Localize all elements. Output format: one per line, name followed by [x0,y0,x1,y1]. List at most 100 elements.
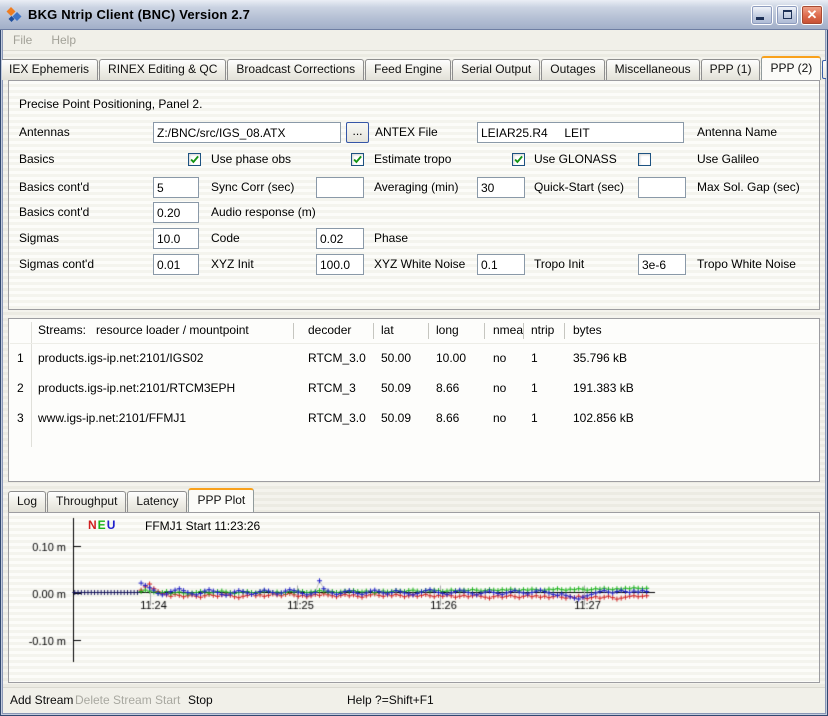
ntrip-cell: 1 [531,411,538,425]
legend-east: E [98,518,107,532]
column-resize-handle[interactable] [484,323,485,339]
sigma-code-input[interactable] [153,228,199,249]
lat-cell: 50.09 [381,381,411,395]
plot-title: FFMJ1 Start 11:23:26 [145,519,260,533]
maximize-icon [783,10,792,19]
use-galileo-checkbox[interactable] [638,153,651,166]
streams-table: Streams: resource loader / mountpoint de… [8,318,820,482]
tab-serial-output[interactable]: Serial Output [452,59,540,80]
quick-start-input[interactable] [477,177,525,198]
tab-ppp-1[interactable]: PPP (1) [701,59,761,80]
nmea-cell: no [493,351,506,365]
menubar: File Help [3,30,825,51]
antennas-input[interactable] [153,122,341,143]
estimate-tropo-checkbox[interactable] [351,153,364,166]
use-phase-obs-checkbox[interactable] [188,153,201,166]
add-stream-button[interactable]: Add Stream [10,693,73,707]
maximize-button[interactable] [776,5,798,25]
column-resize-handle[interactable] [428,323,429,339]
ppp-plot-panel: NEU FFMJ1 Start 11:23:26 [8,512,820,683]
decoder-cell: RTCM_3 [308,381,356,395]
xyz-white-noise-label: XYZ White Noise [374,254,465,275]
tab-miscellaneous[interactable]: Miscellaneous [606,59,700,80]
tropo-white-noise-label: Tropo White Noise [697,254,796,275]
tab-broadcast-corrections[interactable]: Broadcast Corrections [227,59,364,80]
start-button[interactable]: Start [155,693,180,707]
column-resize-handle[interactable] [523,323,524,339]
menu-file[interactable]: File [13,33,32,47]
basics-contd2-label: Basics cont'd [19,202,89,223]
long-header: long [436,323,459,337]
titlebar[interactable]: BKG Ntrip Client (BNC) Version 2.7 ✕ [0,0,828,30]
mountpoint-cell: products.igs-ip.net:2101/IGS02 [38,351,203,365]
bottom-tabstrip: Log Throughput Latency PPP Plot [8,488,255,512]
long-cell: 8.66 [436,411,459,425]
row-number: 3 [17,411,24,425]
sync-corr-input[interactable] [153,177,199,198]
nmea-header: nmea [493,323,523,337]
column-resize-handle[interactable] [373,323,374,339]
use-galileo-label: Use Galileo [697,149,759,170]
lat-cell: 50.09 [381,411,411,425]
averaging-label: Averaging (min) [374,177,458,198]
tab-scroll-arrows: ◀ ▶ [822,60,826,80]
tropo-init-label: Tropo Init [534,254,584,275]
row-number: 1 [17,351,24,365]
mountpoint-cell: products.igs-ip.net:2101/RTCM3EPH [38,381,235,395]
minimize-icon [756,17,764,20]
antenna-name-input[interactable] [477,122,684,143]
max-sol-gap-label: Max Sol. Gap (sec) [697,177,800,198]
header-divider [10,343,818,344]
ppp-plot-canvas [9,513,819,682]
tab-throughput[interactable]: Throughput [47,491,126,512]
tropo-white-noise-input[interactable] [638,254,686,275]
help-shortcut-label: Help ?=Shift+F1 [347,693,434,707]
column-resize-handle[interactable] [293,323,294,339]
minimize-button[interactable] [751,5,773,25]
delete-stream-button[interactable]: Delete Stream [75,693,152,707]
tab-rinex-ephemeris[interactable]: IEX Ephemeris [2,59,98,80]
decoder-header: decoder [308,323,351,337]
column-resize-handle[interactable] [564,323,565,339]
xyz-init-input[interactable] [153,254,199,275]
tab-ppp-2[interactable]: PPP (2) [761,56,821,80]
tropo-init-input[interactable] [477,254,525,275]
sigma-code-label: Code [211,228,240,249]
audio-response-input[interactable] [153,202,199,223]
antennas-label: Antennas [19,122,70,143]
tab-outages[interactable]: Outages [541,59,604,80]
main-tabstrip: IEX Ephemeris RINEX Editing & QC Broadca… [2,56,826,80]
bytes-cell: 102.856 kB [573,411,634,425]
use-phase-obs-label: Use phase obs [211,149,291,170]
antex-browse-button[interactable]: ... [346,122,369,143]
antex-file-label: ANTEX File [375,122,438,143]
close-button[interactable]: ✕ [801,5,823,25]
decoder-cell: RTCM_3.0 [308,411,366,425]
tab-log[interactable]: Log [8,491,46,512]
bytes-header: bytes [573,323,602,337]
bytes-cell: 35.796 kB [573,351,627,365]
tab-ppp-plot[interactable]: PPP Plot [188,488,254,512]
legend-up: U [107,518,117,532]
menu-help[interactable]: Help [51,33,76,47]
antenna-name-label: Antenna Name [697,122,777,143]
averaging-input[interactable] [316,177,364,198]
stop-button[interactable]: Stop [188,693,213,707]
sigma-phase-input[interactable] [316,228,364,249]
tab-feed-engine[interactable]: Feed Engine [365,59,451,80]
basics-contd-label: Basics cont'd [19,177,89,198]
tab-scroll-left-button[interactable]: ◀ [822,60,826,79]
max-sol-gap-input[interactable] [638,177,686,198]
long-cell: 8.66 [436,381,459,395]
ntrip-cell: 1 [531,351,538,365]
tab-rinex-editing-qc[interactable]: RINEX Editing & QC [99,59,226,80]
row-number: 2 [17,381,24,395]
tab-latency[interactable]: Latency [127,491,187,512]
use-glonass-checkbox[interactable] [512,153,525,166]
nmea-cell: no [493,411,506,425]
legend-north: N [88,518,98,532]
basics-label: Basics [19,149,54,170]
decoder-cell: RTCM_3.0 [308,351,366,365]
use-glonass-label: Use GLONASS [534,149,617,170]
xyz-white-noise-input[interactable] [316,254,364,275]
